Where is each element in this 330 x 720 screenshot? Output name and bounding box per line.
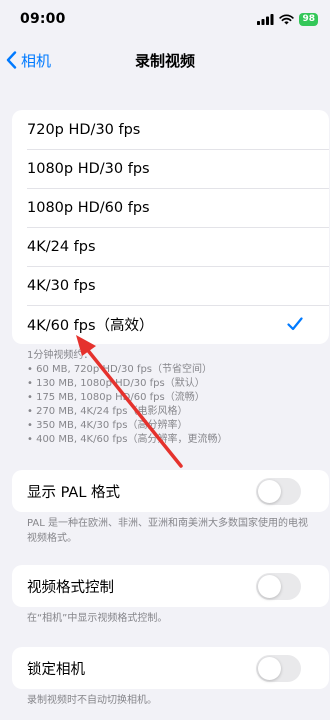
format-control-toggle[interactable] <box>256 573 301 600</box>
size-info-line: • 350 MB, 4K/30 fps（高分辨率） <box>27 420 188 431</box>
battery-icon: 98 <box>299 12 318 26</box>
checkmark-icon <box>287 317 303 331</box>
option-label: 4K/30 fps <box>27 277 96 294</box>
lock-camera-label: 锁定相机 <box>27 661 85 678</box>
signal-icon <box>257 13 274 25</box>
resolution-option-4k24[interactable]: 4K/24 fps <box>12 227 329 266</box>
wifi-icon <box>279 13 295 24</box>
format-control-label: 视频格式控制 <box>27 579 114 596</box>
resolution-option-4k60[interactable]: 4K/60 fps（高效） <box>12 305 329 344</box>
pal-label: 显示 PAL 格式 <box>27 484 121 501</box>
resolution-option-4k30[interactable]: 4K/30 fps <box>12 266 329 305</box>
lock-camera-group: 锁定相机 <box>12 647 329 689</box>
size-info-line: • 400 MB, 4K/60 fps（高分辨率，更流畅） <box>27 434 228 445</box>
page-title: 录制视频 <box>134 52 195 70</box>
pal-footnote: PAL 是一种在欧洲、非洲、亚洲和南美洲大多数国家使用的电视视频格式。 <box>27 518 308 544</box>
resolution-option-1080p60[interactable]: 1080p HD/60 fps <box>12 188 329 227</box>
lock-camera-toggle[interactable] <box>256 655 301 682</box>
size-info-line: • 175 MB, 1080p HD/60 fps（流畅） <box>27 392 205 403</box>
resolution-option-720p30[interactable]: 720p HD/30 fps <box>12 110 329 149</box>
status-icons: 98 <box>257 12 318 26</box>
status-bar: 09:00 98 <box>0 0 330 40</box>
resolution-options: 720p HD/30 fps 1080p HD/30 fps 1080p HD/… <box>12 110 329 344</box>
option-label: 4K/24 fps <box>27 238 96 255</box>
size-info-line: 1分钟视频约： <box>27 350 94 361</box>
format-control-group: 视频格式控制 <box>12 565 329 607</box>
status-time: 09:00 <box>20 11 66 27</box>
toggle-knob <box>258 657 281 680</box>
size-info: 1分钟视频约： • 60 MB, 720p HD/30 fps（节省空间） • … <box>27 349 317 447</box>
option-label: 4K/60 fps（高效） <box>27 318 154 334</box>
toggle-knob <box>258 480 281 503</box>
pal-group: 显示 PAL 格式 <box>12 470 329 512</box>
resolution-option-1080p30[interactable]: 1080p HD/30 fps <box>12 149 329 188</box>
size-info-line: • 130 MB, 1080p HD/30 fps（默认） <box>27 378 205 389</box>
nav-bar: 相机 录制视频 <box>0 40 330 80</box>
format-control-footnote: 在“相机”中显示视频格式控制。 <box>27 613 168 624</box>
size-info-line: • 270 MB, 4K/24 fps（电影风格） <box>27 406 188 417</box>
pal-toggle[interactable] <box>256 478 301 505</box>
toggle-knob <box>258 575 281 598</box>
size-info-line: • 60 MB, 720p HD/30 fps（节省空间） <box>27 364 213 375</box>
option-label: 720p HD/30 fps <box>27 121 141 138</box>
option-label: 1080p HD/60 fps <box>27 199 150 216</box>
option-label: 1080p HD/30 fps <box>27 160 150 177</box>
lock-camera-footnote: 录制视频时不自动切换相机。 <box>27 695 157 706</box>
